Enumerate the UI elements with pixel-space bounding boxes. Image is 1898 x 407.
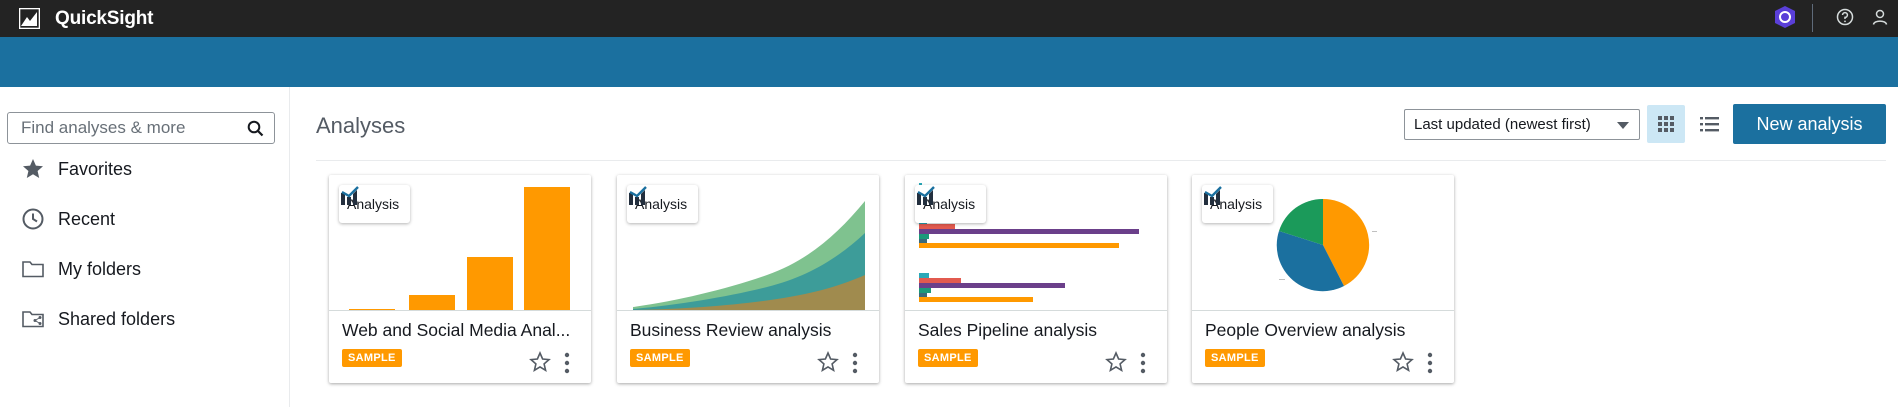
- favorite-star-icon[interactable]: [1392, 351, 1414, 373]
- header-divider: [1812, 4, 1813, 32]
- analysis-card-sales-pipeline[interactable]: Analysis Sales Pipeline analysis SAMPLE: [905, 175, 1167, 383]
- shield-badge-icon[interactable]: [1774, 5, 1796, 29]
- analysis-card-business-review[interactable]: Analysis Business Review analysis SAMPLE: [617, 175, 879, 383]
- more-options-icon[interactable]: [563, 352, 571, 374]
- folder-icon: [22, 261, 44, 278]
- app-title[interactable]: QuickSight: [55, 8, 153, 30]
- analysis-icon: [341, 186, 359, 205]
- analysis-type-chip: Analysis: [1202, 185, 1274, 223]
- favorite-star-icon[interactable]: [817, 351, 839, 373]
- card-thumbnail[interactable]: Analysis: [329, 175, 591, 311]
- sidebar-item-shared-folders[interactable]: Shared folders: [0, 299, 289, 339]
- favorite-star-icon[interactable]: [529, 351, 551, 373]
- search-box: [7, 112, 275, 144]
- search-icon[interactable]: [247, 120, 264, 137]
- quicksight-logo-icon[interactable]: [19, 8, 40, 29]
- sidebar-item-label: Shared folders: [58, 308, 176, 329]
- analysis-card-people-overview[interactable]: Analysis People Overview analysis SAMPLE: [1192, 175, 1454, 383]
- clock-icon: [22, 208, 44, 230]
- sidebar-item-my-folders[interactable]: My folders: [0, 249, 289, 289]
- more-options-icon[interactable]: [851, 352, 859, 374]
- analysis-icon: [629, 186, 647, 205]
- sidebar-item-label: Recent: [58, 208, 116, 229]
- sidebar-item-recent[interactable]: Recent: [0, 199, 289, 239]
- favorite-star-icon[interactable]: [1105, 351, 1127, 373]
- sample-badge: SAMPLE: [630, 349, 690, 367]
- analysis-icon: [1204, 186, 1222, 205]
- analysis-type-chip: Analysis: [339, 185, 411, 223]
- page-title: Analyses: [316, 113, 406, 138]
- list-view-icon: [1700, 117, 1719, 132]
- grid-view-button[interactable]: [1647, 105, 1685, 143]
- sample-badge: SAMPLE: [918, 349, 978, 367]
- sidebar-item-favorites[interactable]: Favorites: [0, 149, 289, 189]
- new-analysis-button[interactable]: New analysis: [1733, 104, 1886, 144]
- analysis-type-chip: Analysis: [915, 185, 987, 223]
- shared-folder-icon: [22, 311, 44, 328]
- sort-selected-value: Last updated (newest first): [1414, 116, 1591, 133]
- card-thumbnail[interactable]: Analysis: [1192, 175, 1454, 311]
- card-title[interactable]: Sales Pipeline analysis: [918, 320, 1158, 341]
- star-icon: [23, 159, 43, 178]
- user-icon[interactable]: [1871, 8, 1889, 26]
- card-thumbnail[interactable]: Analysis: [905, 175, 1167, 311]
- card-title[interactable]: People Overview analysis: [1205, 320, 1445, 341]
- more-options-icon[interactable]: [1139, 352, 1147, 374]
- analysis-icon: [917, 186, 935, 205]
- card-title[interactable]: Business Review analysis: [630, 320, 870, 341]
- list-view-button[interactable]: [1690, 105, 1728, 143]
- grid-view-icon: [1658, 116, 1674, 132]
- card-title[interactable]: Web and Social Media Anal...: [342, 320, 582, 341]
- sidebar-item-label: My folders: [58, 258, 142, 279]
- search-input[interactable]: [21, 118, 241, 138]
- header-divider: [316, 160, 1886, 161]
- sidebar-item-label: Favorites: [58, 158, 133, 179]
- analysis-type-chip: Analysis: [627, 185, 699, 223]
- top-navigation-bar: QuickSight: [0, 0, 1898, 37]
- sample-badge: SAMPLE: [1205, 349, 1265, 367]
- analysis-card-web-social[interactable]: Analysis Web and Social Media Anal... SA…: [329, 175, 591, 383]
- help-icon[interactable]: [1836, 8, 1854, 26]
- more-options-icon[interactable]: [1426, 352, 1434, 374]
- card-thumbnail[interactable]: Analysis: [617, 175, 879, 311]
- sample-badge: SAMPLE: [342, 349, 402, 367]
- caret-down-icon: [1617, 122, 1629, 129]
- sidebar: Favorites Recent My folders Shared folde…: [0, 87, 290, 407]
- banner-bar: [0, 37, 1898, 87]
- sort-dropdown[interactable]: Last updated (newest first): [1404, 109, 1640, 140]
